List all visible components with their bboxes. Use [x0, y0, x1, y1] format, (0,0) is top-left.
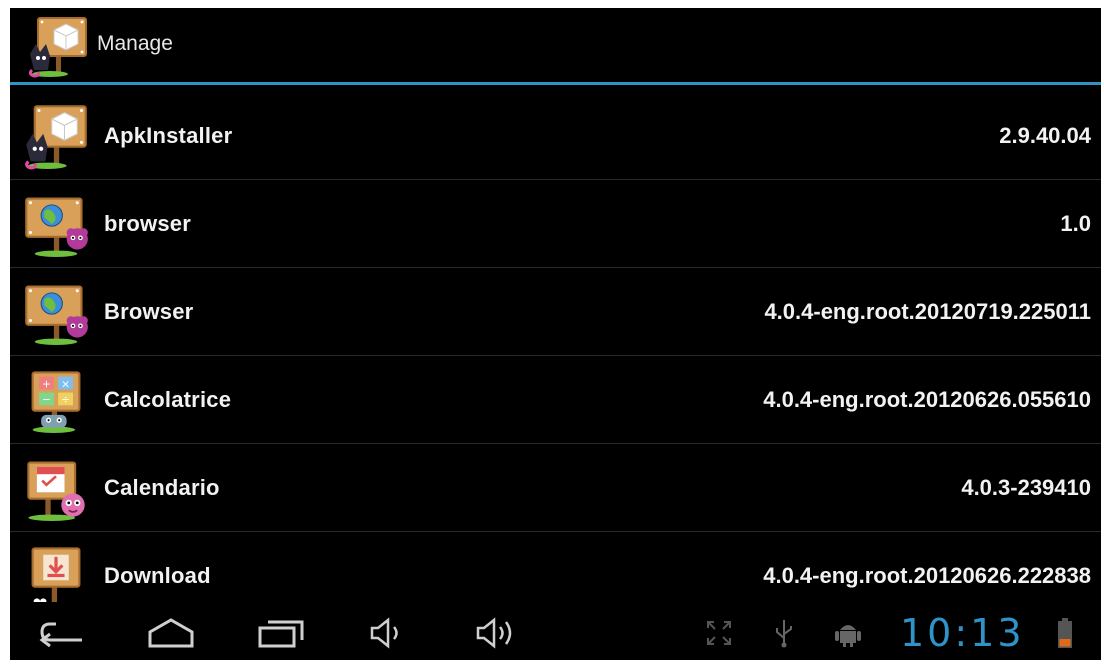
list-item[interactable]: Calendario 4.0.3-239410 — [10, 444, 1101, 532]
battery-icon[interactable] — [1058, 618, 1072, 648]
calculator-signpost-icon: + × − ÷ — [31, 371, 81, 433]
app-name: browser — [104, 211, 191, 236]
action-bar-divider — [10, 82, 1101, 85]
back-icon[interactable] — [36, 614, 88, 652]
usb-icon — [776, 620, 792, 648]
list-item[interactable]: + × − ÷ Calcolatrice 4.0.4-eng.root.2012… — [10, 356, 1101, 444]
app-name: ApkInstaller — [104, 123, 233, 148]
calendar-signpost-icon — [27, 461, 85, 521]
svg-text:÷: ÷ — [61, 393, 70, 406]
app-version: 4.0.3-239410 — [961, 475, 1091, 500]
app-list[interactable]: ApkInstaller 2.9.40.04 browser 1.0 Brows… — [10, 92, 1101, 602]
volume-up-icon[interactable] — [472, 614, 520, 652]
device-screen: Manage ApkInstaller 2.9.40.04 browser 1.… — [10, 8, 1101, 660]
apkinstaller-signpost-icon[interactable] — [26, 14, 90, 78]
clock[interactable]: 10:13 — [900, 607, 1025, 659]
system-bar: 10:13 — [10, 606, 1101, 660]
page-title: Manage — [97, 32, 173, 55]
globe-signpost-icon — [25, 197, 88, 257]
list-item[interactable]: ApkInstaller 2.9.40.04 — [10, 92, 1101, 180]
home-icon[interactable] — [144, 614, 198, 652]
list-item[interactable]: Download 4.0.4-eng.root.20120626.222838 — [10, 532, 1101, 602]
svg-text:−: − — [42, 393, 51, 406]
svg-text:×: × — [61, 377, 70, 390]
apkinstaller-signpost-icon — [25, 105, 87, 170]
app-version: 1.0 — [1060, 211, 1091, 236]
app-name: Browser — [104, 299, 194, 324]
fullscreen-icon[interactable] — [704, 618, 734, 648]
app-name: Download — [104, 563, 211, 588]
app-name: Calcolatrice — [104, 387, 232, 412]
list-item[interactable]: browser 1.0 — [10, 180, 1101, 268]
app-version: 2.9.40.04 — [999, 123, 1091, 148]
android-debug-icon — [835, 625, 861, 647]
app-version: 4.0.4-eng.root.20120626.222838 — [763, 563, 1091, 588]
app-name: Calendario — [104, 475, 220, 500]
action-bar: Manage — [10, 8, 1101, 84]
list-item[interactable]: Browser 4.0.4-eng.root.20120719.225011 — [10, 268, 1101, 356]
svg-text:+: + — [42, 377, 51, 390]
volume-down-icon[interactable] — [366, 614, 408, 652]
globe-signpost-icon — [25, 285, 88, 345]
download-signpost-icon — [31, 547, 81, 602]
app-version: 4.0.4-eng.root.20120719.225011 — [764, 299, 1091, 324]
app-version: 4.0.4-eng.root.20120626.055610 — [763, 387, 1091, 412]
recent-apps-icon[interactable] — [256, 614, 306, 652]
